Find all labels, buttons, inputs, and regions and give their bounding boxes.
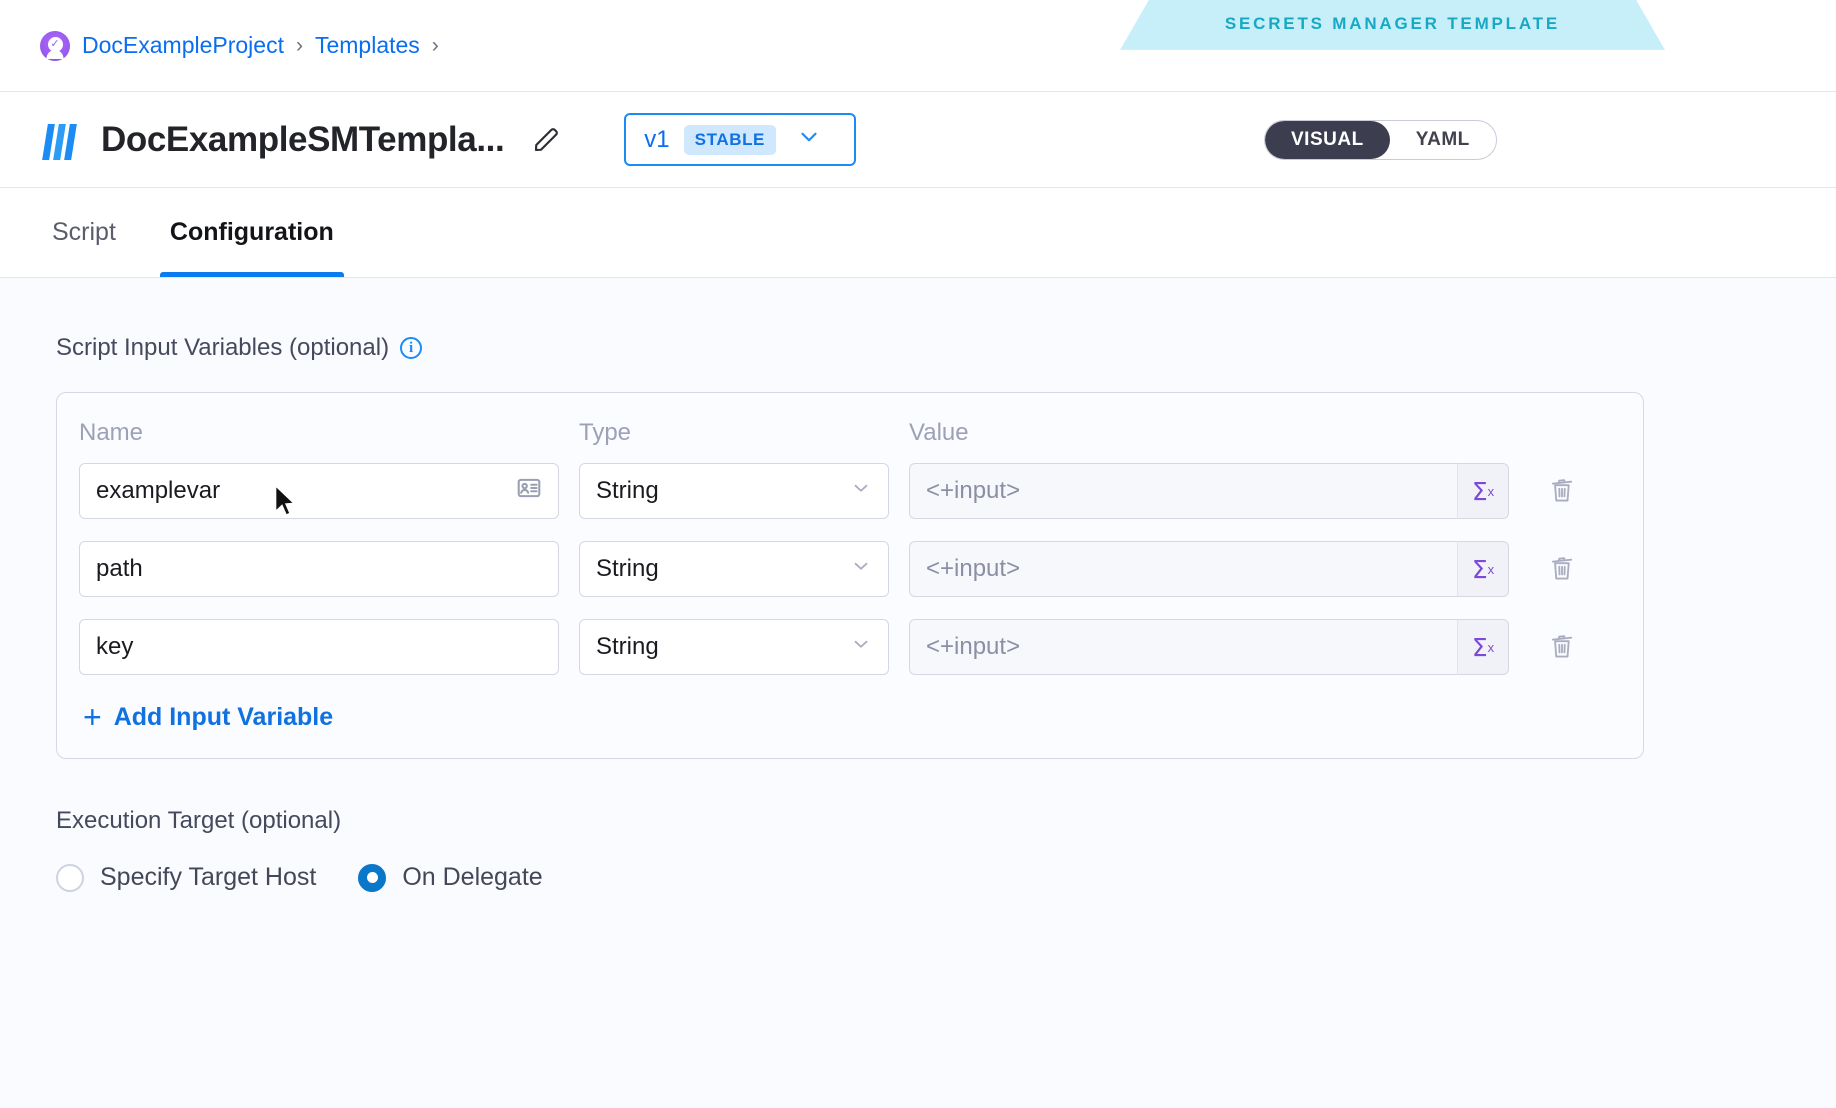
sigma-superscript: x — [1487, 483, 1495, 499]
info-icon[interactable]: i — [400, 337, 423, 359]
column-header-name: Name — [79, 419, 144, 446]
variable-name-value: path — [96, 555, 143, 582]
variable-value-input[interactable]: <+input> — [909, 541, 1457, 597]
add-input-variable-button[interactable]: + Add Input Variable — [83, 698, 1619, 735]
expression-toggle-button[interactable]: Σx — [1457, 541, 1509, 597]
breadcrumb-item-templates[interactable]: Templates — [315, 32, 420, 59]
execution-target-radio-group: Specify Target Host On Delegate — [56, 863, 1836, 892]
variable-value-input[interactable]: <+input> — [909, 619, 1457, 675]
version-number: v1 — [644, 125, 670, 153]
check-glyph: ✓ — [47, 37, 63, 52]
radio-option-specify-target-host[interactable]: Specify Target Host — [56, 863, 316, 892]
variable-type-value: String — [596, 633, 659, 660]
page-title: DocExampleSMTempla... — [101, 119, 505, 159]
variable-name-input[interactable]: key — [79, 619, 559, 675]
section-label-text: Script Input Variables (optional) — [56, 334, 390, 361]
chevron-down-icon — [796, 124, 822, 155]
configuration-panel: Script Input Variables (optional) i Name… — [0, 278, 1836, 1108]
radio-button-selected[interactable] — [358, 863, 387, 892]
banner-label: SECRETS MANAGER TEMPLATE — [1224, 13, 1561, 33]
breadcrumb-bar: ✓ DocExampleProject › Templates › SECRET… — [0, 0, 1836, 92]
breadcrumb-separator: › — [295, 33, 303, 57]
variable-value-input[interactable]: <+input> — [909, 463, 1457, 519]
variable-type-select[interactable]: String — [579, 541, 889, 597]
chevron-down-icon — [850, 555, 872, 584]
sigma-superscript: x — [1487, 561, 1495, 577]
radio-option-on-delegate[interactable]: On Delegate — [358, 863, 543, 892]
tab-script[interactable]: Script — [42, 188, 126, 277]
version-selector[interactable]: v1 STABLE — [624, 113, 857, 166]
variable-type-select[interactable]: String — [579, 463, 889, 519]
radio-label: On Delegate — [402, 863, 543, 891]
version-status-badge: STABLE — [683, 124, 776, 155]
trash-icon[interactable] — [1545, 471, 1579, 511]
trash-icon[interactable] — [1545, 549, 1579, 589]
project-avatar-icon: ✓ — [40, 30, 70, 61]
variable-type-select[interactable]: String — [579, 619, 889, 675]
variable-name-input[interactable]: examplevar — [79, 463, 559, 519]
sigma-glyph: Σ — [1471, 476, 1488, 506]
secrets-manager-template-banner: SECRETS MANAGER TEMPLATE — [1120, 0, 1665, 50]
table-row: path String <+input> Σx — [79, 541, 1619, 597]
variable-value-group: <+input> Σx — [909, 619, 1509, 675]
view-mode-toggle[interactable]: VISUAL YAML — [1264, 119, 1497, 160]
radio-label: Specify Target Host — [100, 863, 317, 891]
chevron-down-icon — [850, 477, 872, 506]
contact-card-icon[interactable] — [516, 475, 542, 508]
table-header-row: Name Type Value — [79, 419, 1619, 463]
variable-type-value: String — [596, 555, 659, 582]
title-bar: DocExampleSMTempla... v1 STABLE VISUAL Y… — [0, 92, 1836, 188]
variable-type-value: String — [596, 477, 659, 504]
input-variables-table: Name Type Value examplevar String <+inpu… — [56, 392, 1644, 759]
breadcrumb: ✓ DocExampleProject › Templates › — [40, 30, 439, 61]
variable-name-value: key — [96, 633, 134, 660]
sigma-glyph: Σ — [1471, 632, 1488, 662]
table-row: examplevar String <+input> Σ x — [79, 463, 1619, 519]
column-header-type: Type — [579, 419, 632, 446]
plus-icon: + — [83, 698, 102, 735]
table-row: key String <+input> Σx — [79, 619, 1619, 675]
expression-toggle-button[interactable]: Σx — [1457, 619, 1509, 675]
variable-name-value: examplevar — [96, 477, 221, 504]
mode-option-visual[interactable]: VISUAL — [1265, 120, 1390, 159]
breadcrumb-separator-trailing: › — [431, 33, 439, 57]
variable-name-input[interactable]: path — [79, 541, 559, 597]
radio-button[interactable] — [56, 863, 84, 892]
add-input-variable-label: Add Input Variable — [113, 703, 334, 731]
tab-configuration[interactable]: Configuration — [159, 188, 344, 277]
chevron-down-icon — [850, 633, 872, 662]
trash-icon[interactable] — [1545, 627, 1579, 667]
mode-option-yaml[interactable]: YAML — [1390, 121, 1496, 159]
sigma-superscript: x — [1487, 639, 1495, 655]
template-bars-icon — [42, 120, 79, 160]
variable-value-group: <+input> Σx — [909, 541, 1509, 597]
tab-bar: Script Configuration — [0, 188, 1836, 278]
expression-toggle-button[interactable]: Σx — [1457, 463, 1509, 519]
breadcrumb-item-project[interactable]: DocExampleProject — [82, 32, 284, 59]
column-header-value: Value — [909, 419, 969, 446]
pencil-icon[interactable] — [526, 120, 566, 160]
execution-target-heading: Execution Target (optional) — [56, 807, 342, 834]
sigma-glyph: Σ — [1471, 554, 1488, 584]
script-input-variables-heading: Script Input Variables (optional) i — [56, 334, 1836, 362]
variable-value-group: <+input> Σx — [909, 463, 1509, 519]
